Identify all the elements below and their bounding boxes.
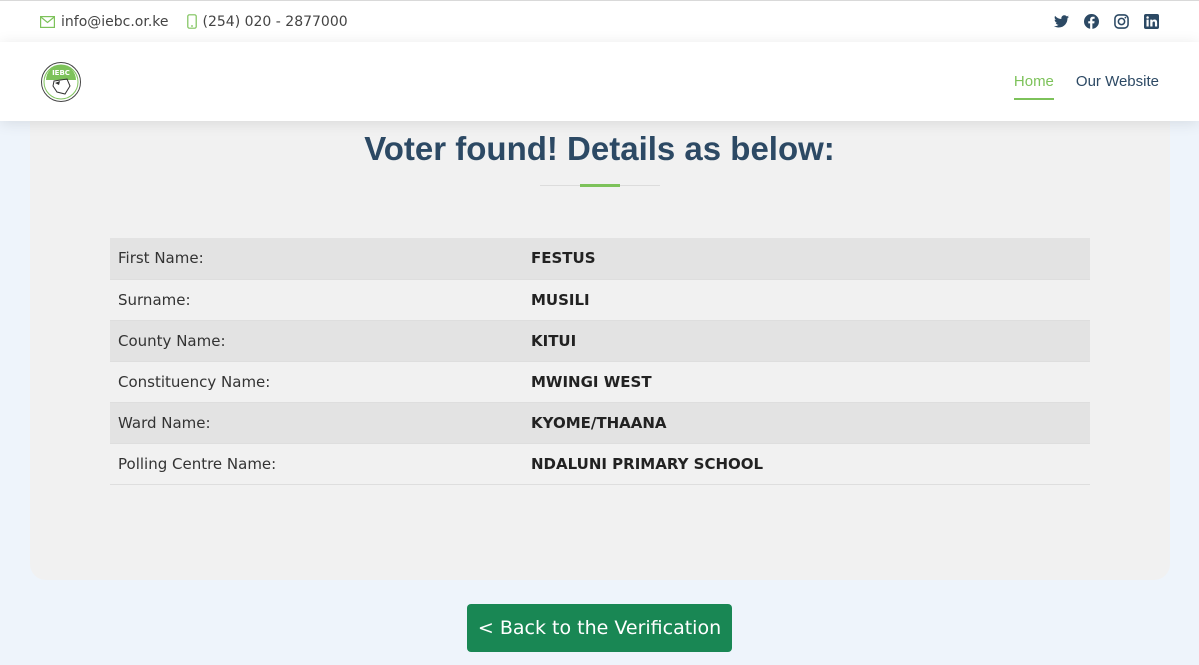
title-divider-accent xyxy=(580,184,620,187)
voter-details-table: First Name: FESTUS Surname: MUSILI Count… xyxy=(110,238,1090,485)
table-row: Polling Centre Name: NDALUNI PRIMARY SCH… xyxy=(110,443,1090,485)
row-value: MUSILI xyxy=(523,279,1090,321)
row-value: NDALUNI PRIMARY SCHOOL xyxy=(523,443,1090,485)
table-row: Ward Name: KYOME/THAANA xyxy=(110,402,1090,444)
iebc-logo[interactable]: IEBC xyxy=(40,61,82,103)
page-title: Voter found! Details as below: xyxy=(364,130,835,167)
table-row: County Name: KITUI xyxy=(110,320,1090,362)
phone-contact[interactable]: (254) 020 - 2877000 xyxy=(186,14,348,30)
phone-text[interactable]: (254) 020 - 2877000 xyxy=(203,14,348,30)
site-header: IEBC Home Our Website xyxy=(0,42,1199,121)
row-label: Constituency Name: xyxy=(110,361,523,403)
table-row: Constituency Name: MWINGI WEST xyxy=(110,361,1090,403)
row-label: County Name: xyxy=(110,320,523,362)
linkedin-icon[interactable] xyxy=(1143,14,1159,30)
row-label: Ward Name: xyxy=(110,402,523,444)
contact-info: info@iebc.or.ke (254) 020 - 2877000 xyxy=(40,14,348,30)
row-label: Surname: xyxy=(110,279,523,321)
table-row: First Name: FESTUS xyxy=(110,238,1090,280)
row-label: Polling Centre Name: xyxy=(110,443,523,485)
email-text[interactable]: info@iebc.or.ke xyxy=(61,14,169,30)
phone-icon xyxy=(186,14,197,29)
row-value: KITUI xyxy=(523,320,1090,362)
row-value: MWINGI WEST xyxy=(523,361,1090,403)
title-divider xyxy=(540,184,660,187)
row-value: KYOME/THAANA xyxy=(523,402,1090,444)
nav-our-website[interactable]: Our Website xyxy=(1076,65,1159,98)
row-label: First Name: xyxy=(110,238,523,280)
twitter-icon[interactable] xyxy=(1053,14,1069,30)
table-row: Surname: MUSILI xyxy=(110,279,1090,321)
nav-home[interactable]: Home xyxy=(1013,65,1054,100)
back-to-verification-button[interactable]: < Back to the Verification xyxy=(467,604,732,652)
facebook-icon[interactable] xyxy=(1083,14,1099,30)
envelope-icon xyxy=(40,15,55,28)
logo-text: IEBC xyxy=(52,69,70,77)
main-nav: Home Our Website xyxy=(1013,65,1159,100)
social-links xyxy=(1053,14,1159,30)
row-value: FESTUS xyxy=(523,238,1090,280)
email-contact[interactable]: info@iebc.or.ke xyxy=(40,14,169,30)
topbar: info@iebc.or.ke (254) 020 - 2877000 xyxy=(0,0,1199,42)
instagram-icon[interactable] xyxy=(1113,14,1129,30)
